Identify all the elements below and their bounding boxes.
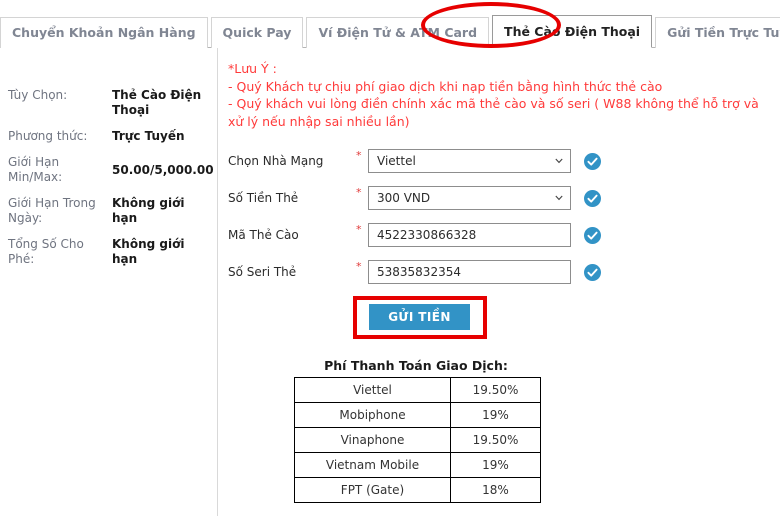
tab-online-deposit[interactable]: Gửi Tiền Trực Tuyến [655,17,780,48]
valid-check-icon-amount [584,189,601,207]
table-row: Viettel 19.50% [294,377,541,403]
info-row-method: Phương thức: Trực Tuyến [8,129,207,144]
valid-check-icon-card-code [584,226,601,244]
required-mark-serial: * [356,260,362,273]
deposit-form: Chọn Nhà Mạng * Viettel Số Tiền Thẻ * 30… [228,148,780,339]
notice-line-accuracy: - Quý khách vui lòng điền chính xác mã t… [228,96,759,129]
fee-carrier-pct: 19.50% [450,377,541,403]
field-wrap-amount: 300 VND [368,186,571,210]
required-mark-card-code: * [356,223,362,236]
required-mark-carrier: * [356,149,362,162]
label-card-code: Mã Thẻ Cào [228,228,299,242]
table-row: FPT (Gate) 18% [294,477,541,503]
info-label-minmax: Giới Hạn Min/Max: [8,155,63,184]
table-row: Mobiphone 19% [294,402,541,428]
info-label-option: Tùy Chọn: [8,88,68,102]
fee-carrier-name: Mobiphone [294,402,451,428]
notice-line-fee: - Quý Khách tự chịu phí giao dịch khi nạ… [228,78,663,94]
tab-phone-scratch-card[interactable]: Thẻ Cào Điện Thoại [492,15,653,48]
tab-bank-transfer[interactable]: Chuyển Khoản Ngân Hàng [0,17,208,48]
tab-quick-pay[interactable]: Quick Pay [210,17,304,48]
field-wrap-carrier: Viettel [368,149,571,173]
tab-bar: Chuyển Khoản Ngân Hàng Quick Pay Ví Điện… [0,0,780,48]
tab-ewallet-atm-card[interactable]: Ví Điện Tử & ATM Card [306,17,490,48]
serial-input[interactable] [368,260,571,284]
form-row-card-code: Mã Thẻ Cào * [228,222,780,248]
tab-list: Chuyển Khoản Ngân Hàng Quick Pay Ví Điện… [0,0,780,48]
fee-table: Viettel 19.50% Mobiphone 19% Vinaphone 1… [294,377,541,503]
notice-title: *Lưu Ý : [228,61,277,76]
info-sidebar: Tùy Chọn: Thẻ Cào Điện Thoại Phương thức… [0,48,218,516]
fee-carrier-name: Viettel [294,377,451,403]
card-code-input[interactable] [368,223,571,247]
table-row: Vietnam Mobile 19% [294,452,541,478]
submit-deposit-button[interactable]: GỬI TIỀN [369,304,470,330]
form-row-serial: Số Seri Thẻ * [228,259,780,285]
carrier-select[interactable]: Viettel [368,149,571,173]
info-value-daily-limit: Không giới hạn [112,196,185,225]
fee-carrier-pct: 19.50% [450,427,541,453]
label-serial: Số Seri Thẻ [228,265,297,279]
main-panel: *Lưu Ý : - Quý Khách tự chịu phí giao dị… [218,48,780,516]
info-row-minmax: Giới Hạn Min/Max: 50.00/5,000.00 [8,155,214,185]
submit-area: GỬI TIỀN [353,296,487,339]
valid-check-icon-serial [584,263,601,281]
info-label-method: Phương thức: [8,129,88,143]
info-label-total-allowed: Tổng Số Cho Phé: [8,237,84,266]
info-value-minmax: 50.00/5,000.00 [112,162,214,177]
form-row-carrier: Chọn Nhà Mạng * Viettel [228,148,780,174]
fee-carrier-pct: 18% [450,477,541,503]
fee-carrier-pct: 19% [450,402,541,428]
required-mark-amount: * [356,186,362,199]
field-wrap-card-code [368,223,571,247]
info-row-option: Tùy Chọn: Thẻ Cào Điện Thoại [8,88,207,118]
fee-carrier-name: Vinaphone [294,427,451,453]
notice-block: *Lưu Ý : - Quý Khách tự chịu phí giao dị… [228,60,773,130]
table-row: Vinaphone 19.50% [294,427,541,453]
field-wrap-serial [368,260,571,284]
fee-carrier-name: FPT (Gate) [294,477,451,503]
page-content: Tùy Chọn: Thẻ Cào Điện Thoại Phương thức… [0,48,780,516]
valid-check-icon-carrier [584,152,601,170]
info-value-method: Trực Tuyến [112,129,185,143]
label-carrier: Chọn Nhà Mạng [228,154,324,168]
amount-select[interactable]: 300 VND [368,186,571,210]
label-amount: Số Tiền Thẻ [228,191,299,205]
fee-carrier-pct: 19% [450,452,541,478]
fee-table-block: Phí Thanh Toán Giao Dịch: Viettel 19.50%… [294,358,541,503]
form-row-amount: Số Tiền Thẻ * 300 VND [228,185,780,211]
info-row-total-allowed: Tổng Số Cho Phé: Không giới hạn [8,237,207,267]
info-row-daily-limit: Giới Hạn Trong Ngày: Không giới hạn [8,196,207,226]
fee-table-title: Phí Thanh Toán Giao Dịch: [324,358,508,373]
info-label-daily-limit: Giới Hạn Trong Ngày: [8,196,96,225]
info-value-option: Thẻ Cào Điện Thoại [112,88,202,117]
fee-carrier-name: Vietnam Mobile [294,452,451,478]
info-value-total-allowed: Không giới hạn [112,237,185,266]
